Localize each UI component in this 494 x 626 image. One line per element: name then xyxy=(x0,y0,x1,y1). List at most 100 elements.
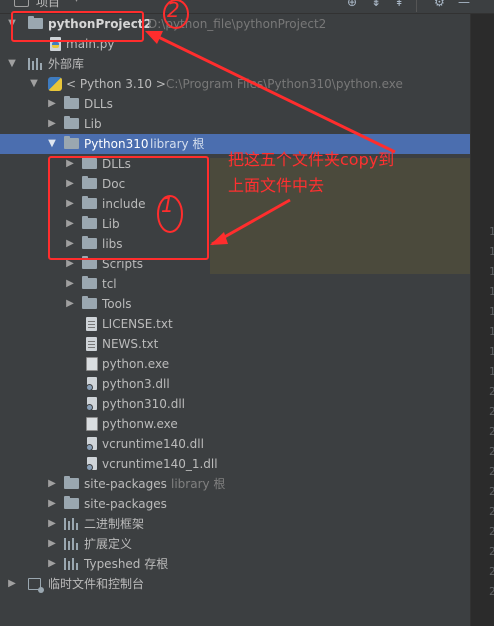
tree-row-site-packages-root[interactable]: ▶ site-packages library 根 xyxy=(0,474,470,494)
tree-row-sdk-dlls[interactable]: ▶ DLLs xyxy=(0,94,470,114)
folder-icon xyxy=(64,116,79,129)
collapsed-arrow-icon[interactable]: ▶ xyxy=(46,554,58,574)
line-number: 1 xyxy=(489,365,494,378)
tree-row-file-python3-dll[interactable]: python3.dll xyxy=(0,374,470,394)
text-file-icon xyxy=(86,317,97,331)
file-label: python.exe xyxy=(102,357,170,371)
line-number: 2 xyxy=(489,405,494,418)
tree-row-scratches[interactable]: ▶ 临时文件和控制台 xyxy=(0,574,470,594)
collapsed-arrow-icon[interactable]: ▶ xyxy=(64,294,76,314)
line-number: 1 xyxy=(489,305,494,318)
line-number: 2 xyxy=(489,385,494,398)
tree-row-file-license[interactable]: LICENSE.txt xyxy=(0,314,470,334)
expand-arrow-icon[interactable]: ▼ xyxy=(6,54,18,74)
sdk-path: C:\Program Files\Python310\python.exe xyxy=(166,77,403,91)
tree-row-file-python-exe[interactable]: python.exe xyxy=(0,354,470,374)
annotation-instruction-line2: 上面文件中去 xyxy=(228,176,325,195)
line-number: 2 xyxy=(489,465,494,478)
expand-all-icon[interactable]: ⇞ xyxy=(394,0,404,9)
tree-row-folder-tools[interactable]: ▶ Tools xyxy=(0,294,470,314)
folder-label: Tools xyxy=(102,297,132,311)
tree-row-file-python310-dll[interactable]: python310.dll xyxy=(0,394,470,414)
tree-row-extended-definitions[interactable]: ▶ 扩展定义 xyxy=(0,534,470,554)
collapsed-arrow-icon[interactable]: ▶ xyxy=(6,574,18,594)
file-label: vcruntime140_1.dll xyxy=(102,457,218,471)
dll-file-icon xyxy=(86,457,98,471)
settings-gear-icon[interactable]: ⚙ xyxy=(434,0,445,9)
folder-icon xyxy=(64,136,79,149)
tree-row-sdk-lib[interactable]: ▶ Lib xyxy=(0,114,470,134)
scratches-label: 临时文件和控制台 xyxy=(48,577,145,591)
dll-file-icon xyxy=(86,397,98,411)
file-label: NEWS.txt xyxy=(102,337,159,351)
executable-file-icon xyxy=(86,417,98,431)
folder-label: site-packages xyxy=(84,477,167,491)
line-number: 2 xyxy=(489,525,494,538)
library-icon xyxy=(64,518,79,530)
library-icon xyxy=(64,558,79,570)
file-label: vcruntime140.dll xyxy=(102,437,204,451)
folder-label: 扩展定义 xyxy=(84,537,133,551)
folder-label: tcl xyxy=(102,277,117,291)
annotation-instruction-line1: 把这五个文件夹copy到 xyxy=(228,150,395,169)
line-number: 1 xyxy=(489,325,494,338)
editor-gutter: 1 1 1 1 1 1 1 1 2 2 2 2 2 2 2 2 2 2 2 xyxy=(470,14,494,626)
dll-file-icon xyxy=(86,377,98,391)
folder-icon xyxy=(64,496,79,509)
tree-row-folder-tcl[interactable]: ▶ tcl xyxy=(0,274,470,294)
project-view-icon[interactable] xyxy=(14,0,29,7)
python-sdk-icon xyxy=(48,77,62,91)
file-label: pythonw.exe xyxy=(102,417,178,431)
tree-row-file-vcruntime140-dll[interactable]: vcruntime140.dll xyxy=(0,434,470,454)
line-number: 1 xyxy=(489,225,494,238)
tree-row-file-news[interactable]: NEWS.txt xyxy=(0,334,470,354)
collapsed-arrow-icon[interactable]: ▶ xyxy=(46,494,58,514)
line-number: 2 xyxy=(489,565,494,578)
collapsed-arrow-icon[interactable]: ▶ xyxy=(46,114,58,134)
folder-icon xyxy=(82,296,97,309)
annotation-box-project-root xyxy=(11,11,144,42)
folder-icon xyxy=(82,276,97,289)
expand-arrow-icon[interactable]: ▼ xyxy=(46,134,58,154)
sdk-label: < Python 3.10 > xyxy=(66,77,166,91)
dll-file-icon xyxy=(86,437,98,451)
executable-file-icon xyxy=(86,357,98,371)
collapsed-arrow-icon[interactable]: ▶ xyxy=(46,514,58,534)
folder-icon xyxy=(64,96,79,109)
external-libraries-label: 外部库 xyxy=(48,57,85,71)
line-number: 2 xyxy=(489,485,494,498)
annotation-mark-1: 1 xyxy=(161,193,174,217)
folder-label: site-packages xyxy=(84,497,167,511)
tree-row-python-sdk[interactable]: ▼ < Python 3.10 > C:\Program Files\Pytho… xyxy=(0,74,470,94)
tree-row-external-libraries[interactable]: ▼ 外部库 xyxy=(0,54,470,74)
collapsed-arrow-icon[interactable]: ▶ xyxy=(46,94,58,114)
file-label: python3.dll xyxy=(102,377,170,391)
panel-dropdown-chevron-icon[interactable]: ▾ xyxy=(74,0,79,5)
tree-row-binary-skeletons[interactable]: ▶ 二进制框架 xyxy=(0,514,470,534)
folder-icon xyxy=(64,476,79,489)
scratches-icon xyxy=(28,578,44,593)
tree-row-file-vcruntime140-1-dll[interactable]: vcruntime140_1.dll xyxy=(0,454,470,474)
expand-arrow-icon[interactable]: ▼ xyxy=(28,74,40,94)
tree-row-typeshed[interactable]: ▶ Typeshed 存根 xyxy=(0,554,470,574)
folder-label: Typeshed 存根 xyxy=(84,557,169,571)
library-icon xyxy=(28,58,43,70)
tree-row-site-packages[interactable]: ▶ site-packages xyxy=(0,494,470,514)
library-icon xyxy=(64,538,79,550)
tree-row-file-pythonw-exe[interactable]: pythonw.exe xyxy=(0,414,470,434)
annotation-box-five-folders xyxy=(48,156,209,260)
toolbar-divider xyxy=(416,0,417,12)
library-root-suffix: library 根 xyxy=(150,137,205,151)
line-number: 1 xyxy=(489,345,494,358)
line-number: 2 xyxy=(489,425,494,438)
hide-panel-icon[interactable]: — xyxy=(458,0,470,9)
collapsed-arrow-icon[interactable]: ▶ xyxy=(46,534,58,554)
folder-label: Lib xyxy=(84,117,102,131)
collapse-all-icon[interactable]: ⇟ xyxy=(371,0,381,9)
collapsed-arrow-icon[interactable]: ▶ xyxy=(64,274,76,294)
collapsed-arrow-icon[interactable]: ▶ xyxy=(46,474,58,494)
annotation-mark-2: 2 xyxy=(167,0,180,22)
folder-label: 二进制框架 xyxy=(84,517,145,531)
locate-file-icon[interactable]: ⊕ xyxy=(347,0,357,9)
panel-title[interactable]: 项目 xyxy=(36,0,60,9)
